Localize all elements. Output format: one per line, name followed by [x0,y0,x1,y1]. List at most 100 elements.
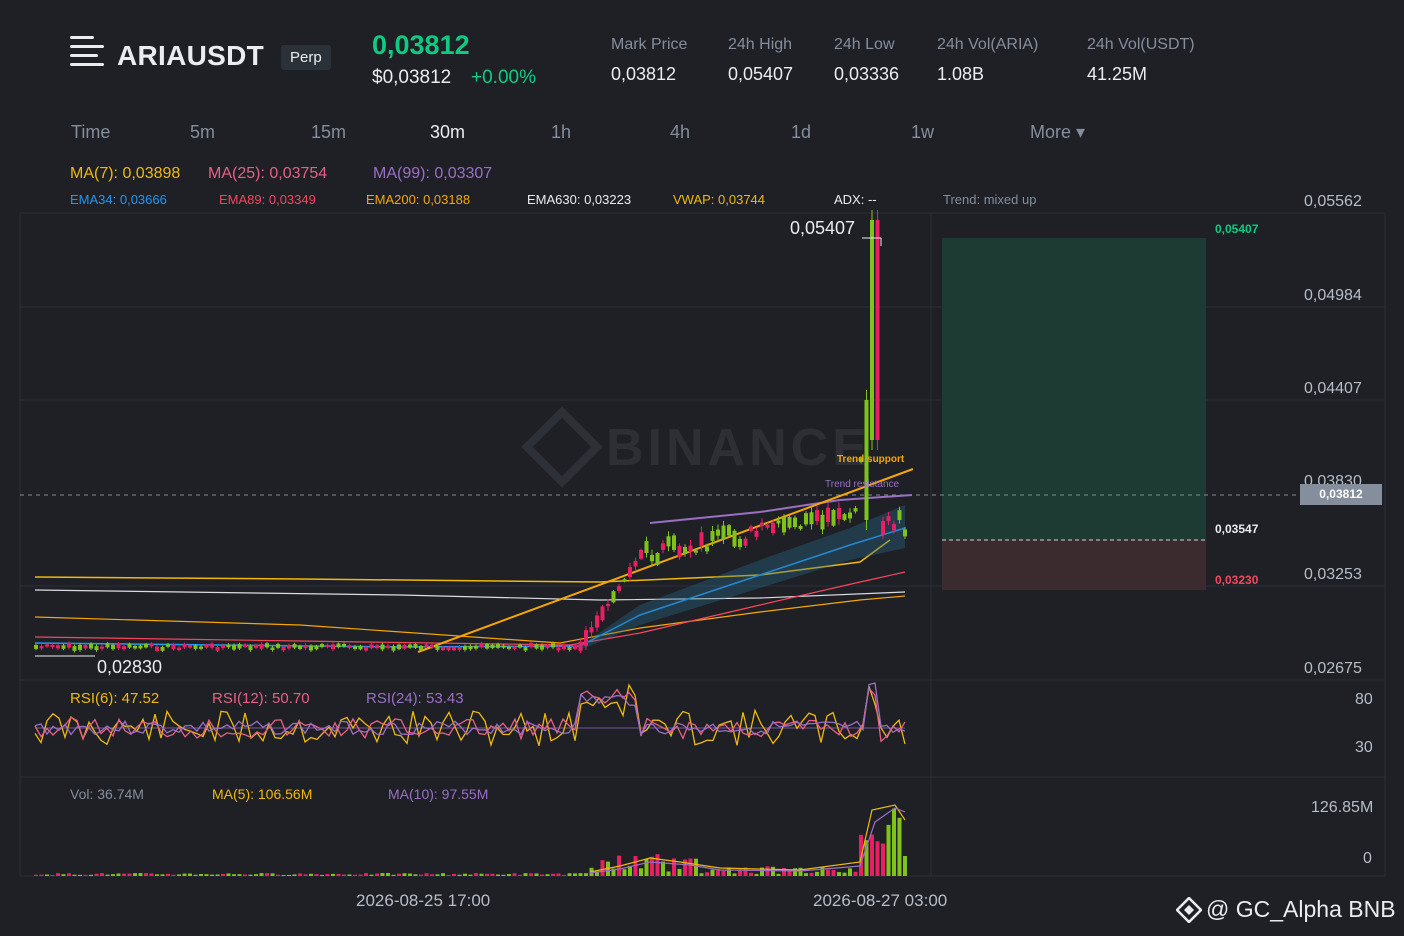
volume-bar [342,874,346,876]
volume-bar [199,873,203,876]
volume-bar [232,874,236,876]
volume-bar [644,859,649,876]
candle-body [133,645,137,649]
candle-body [578,641,583,651]
candle-body [89,643,93,649]
volume-bar [848,868,852,876]
volume-bar [287,874,291,876]
volume-bar [155,874,159,876]
volume-bar [694,858,698,876]
volume-bar [166,873,170,876]
volume-bar [386,873,390,876]
candle-body [628,567,632,577]
volume-bar [221,873,225,876]
volume-bar [237,874,242,876]
candle-body [320,644,324,648]
rsi12-line [34,687,906,743]
candle-body [727,525,731,536]
candle-body [100,646,104,649]
candle-body [303,645,308,649]
volume-bar [265,873,269,876]
volume-bar [34,874,38,876]
volume-bar [622,869,627,876]
entry-label: 0,03547 [1215,522,1259,536]
volume-ma10-legend: MA(10): 97.55M [388,786,489,802]
volume-bar [210,874,214,876]
volume-bar [512,873,517,876]
volume-bar [39,874,44,876]
candle-body [105,643,110,648]
candle-body [457,646,462,650]
volume-bar [254,874,258,876]
candle-body [413,644,418,648]
candle-body [166,644,170,647]
candle-body [67,642,71,648]
volume-bar [430,874,434,876]
candle-body [666,536,671,547]
volume-bar [105,874,110,876]
candle-body [710,531,715,541]
candle-body [397,644,401,650]
candle-body [556,647,561,651]
candle-body [243,644,247,647]
volume-bar [133,873,137,876]
volume-bar [776,873,781,876]
candle-body [771,522,775,534]
volume-bar [573,873,577,876]
volume-bar [875,841,880,876]
candle-body [848,512,852,519]
rsi24-line [34,682,906,736]
volume-bar [441,873,445,876]
volume-bar [501,874,506,876]
candle-body [314,645,319,650]
volume-bar [89,874,93,876]
candle-body [716,529,720,536]
candle-body [34,645,38,649]
candle-body [606,603,610,607]
candle-body [721,525,726,540]
candle-body [754,530,759,537]
candle-body [61,645,66,649]
volume-axis-tick: 0 [1363,850,1372,867]
candle-body [633,560,638,567]
volume-bar [562,874,566,876]
candle-body [265,643,269,648]
candle-body [837,508,841,519]
candle-body [562,644,566,650]
candle-body [523,647,528,651]
price-axis-tick: 0,04984 [1304,287,1362,304]
volume-bar [160,874,165,876]
volume-bar [820,866,825,876]
volume-bar [94,873,99,876]
volume-bar [881,843,885,876]
candle-body [677,545,682,558]
rsi6-line [34,683,906,748]
candle-body [639,549,643,559]
candle-body [897,510,902,521]
candle-body [743,538,748,546]
volume-bar [655,854,660,876]
volume-bar [127,873,132,876]
volume-bar [567,873,572,876]
candle-body [870,220,874,440]
candle-body [622,579,627,582]
rsi-axis-tick: 30 [1355,739,1373,756]
candle-body [276,644,280,648]
price-chart[interactable]: BINANCE [0,0,1404,936]
volume-bar [298,873,302,876]
candle-body [204,644,209,648]
candle-body [534,644,539,649]
volume-bar [331,873,335,876]
candle-body [122,646,126,650]
volume-bar [496,874,500,876]
volume-bar [842,872,847,876]
volume-bar [688,858,693,876]
volume-bar [732,873,737,876]
volume-bar [364,873,368,876]
volume-bar [45,874,49,876]
volume-bar [545,874,550,876]
volume-bar [892,808,896,876]
candle-body [347,645,352,649]
candle-body [177,647,181,651]
volume-bar [353,874,357,876]
